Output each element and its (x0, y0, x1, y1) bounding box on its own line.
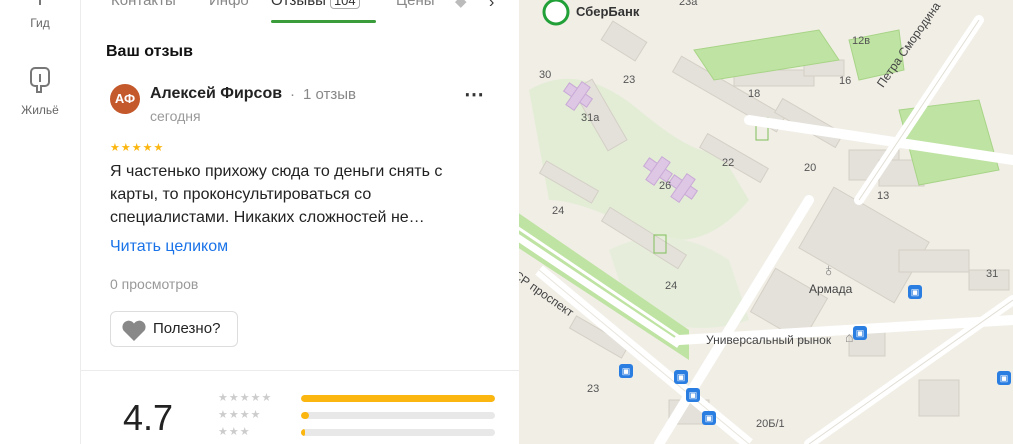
distribution-fill (301, 412, 309, 419)
distribution-bar (301, 412, 495, 419)
helpful-label: Полезно? (153, 320, 221, 337)
tab-info[interactable]: Инфо (209, 0, 249, 9)
distribution-bar (301, 429, 495, 436)
house-number: 24 (665, 280, 678, 292)
review-author[interactable]: Алексей Фирсов (150, 85, 282, 103)
helpful-button[interactable]: Полезно? (110, 311, 238, 347)
chevron-right-icon[interactable]: › (489, 0, 494, 12)
views-count: 0 просмотров (110, 276, 199, 292)
house-number: 18 (748, 88, 761, 100)
guide-icon (0, 0, 80, 10)
bus-stop-icon[interactable]: ▣ (686, 388, 700, 402)
bus-stop-icon[interactable]: ▣ (853, 326, 867, 340)
author-review-count: 1 отзыв (303, 86, 357, 103)
house-number: 31 (986, 268, 999, 280)
tab-reviews[interactable]: Отзывы 104 (271, 0, 360, 9)
house-number: 30 (539, 69, 552, 81)
poi-armada[interactable]: Армада (809, 282, 852, 296)
house-number: 22 (722, 157, 735, 169)
average-rating: 4.7 (123, 397, 174, 438)
house-number: 16 (839, 75, 852, 87)
bus-stop-icon[interactable]: ▣ (908, 285, 922, 299)
rail-item-housing-label: Жильё (21, 103, 59, 117)
house-number: 13 (877, 190, 890, 202)
map-canvas (519, 0, 1013, 444)
distribution-stars: ★★★ (218, 426, 251, 438)
bus-stop-icon[interactable]: ▣ (702, 411, 716, 425)
house-icon (0, 64, 80, 97)
map[interactable]: СберБанк 23а 12в 30 23 18 16 31а 22 20 2… (519, 0, 1013, 444)
read-more-link[interactable]: Читать целиком (110, 238, 228, 256)
bus-stop-icon[interactable]: ▣ (674, 370, 688, 384)
bus-stop-icon[interactable]: ▣ (619, 364, 633, 378)
bus-stop-icon[interactable]: ▣ (997, 371, 1011, 385)
house-number: 24 (552, 205, 565, 217)
house-number: 26 (659, 180, 672, 192)
distribution-stars: ★★★★ (218, 409, 262, 421)
tab-bar: Контакты Инфо Отзывы 104 Цены ◆ › (81, 0, 519, 23)
org-panel: Контакты Инфо Отзывы 104 Цены ◆ › Ваш отз… (81, 0, 519, 444)
poi-sberbank[interactable]: СберБанк (576, 4, 639, 19)
heart-icon (121, 320, 147, 347)
house-number: 23 (623, 74, 636, 86)
distribution-fill (301, 395, 495, 402)
distribution-fill (301, 429, 305, 436)
separator-dot: · (290, 86, 295, 103)
left-rail: Гид Жильё (0, 0, 81, 444)
tab-reviews-count: 104 (329, 0, 360, 9)
rail-item-guide[interactable]: Гид (0, 0, 80, 30)
more-options-icon[interactable]: ⋯ (464, 82, 485, 107)
your-review-title: Ваш отзыв (106, 43, 193, 60)
tab-contacts[interactable]: Контакты (111, 0, 176, 9)
poi-universal-market[interactable]: Универсальный рынок (706, 333, 831, 347)
house-number: 20Б/1 (756, 418, 785, 430)
house-number: 12в (852, 35, 871, 47)
review-stars: ★★★★★ (110, 142, 165, 154)
review-date: сегодня (150, 108, 201, 124)
tab-prices[interactable]: Цены (396, 0, 435, 9)
rail-item-guide-label: Гид (30, 16, 50, 30)
rail-item-housing[interactable]: Жильё (0, 64, 80, 117)
shopping-bag-icon: ♁ (822, 260, 836, 280)
house-number: 23а (679, 0, 698, 8)
active-tab-indicator (271, 20, 376, 23)
distribution-bar (301, 395, 495, 402)
divider (81, 370, 519, 371)
house-number: 23 (587, 383, 600, 395)
tab-scroll-fade: ◆ (455, 0, 467, 10)
avatar[interactable]: АФ (110, 84, 140, 114)
review-text: Я частенько прихожу сюда то деньги снять… (110, 163, 443, 226)
house-number: 31а (581, 112, 600, 124)
distribution-stars: ★★★★★ (218, 392, 273, 404)
house-number: 20 (804, 162, 817, 174)
